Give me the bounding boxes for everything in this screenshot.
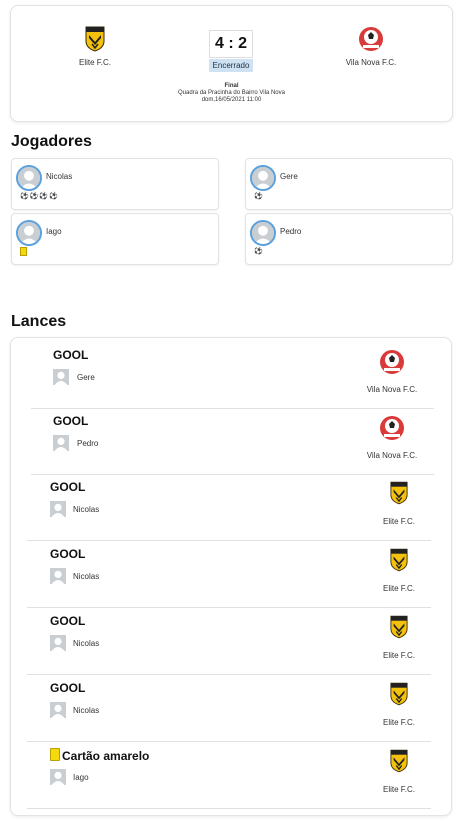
avatar (250, 220, 276, 246)
event-type: Cartão amarelo (62, 749, 150, 763)
player-card[interactable]: Iago (11, 213, 219, 265)
away-team[interactable]: Vila Nova F.C. (311, 26, 431, 67)
event-type-wrap: Cartão amarelo (50, 748, 149, 763)
event-row: GOOL Pedro Vila Nova F.C. (31, 408, 434, 475)
events-section-title: Lances (11, 313, 67, 330)
event-type: GOOL (50, 547, 86, 561)
avatar (50, 635, 66, 651)
player-name: Nicolas (46, 172, 73, 181)
vila-nova-logo-icon (358, 26, 384, 52)
player-cards (20, 247, 27, 256)
event-player: Gere (77, 373, 95, 382)
player-goals: ⚽ (254, 193, 264, 200)
event-team: Elite F.C. (382, 651, 415, 660)
elite-fc-logo-icon (390, 615, 408, 639)
player-card[interactable]: Gere ⚽ (245, 158, 453, 210)
elite-fc-logo-icon (85, 26, 105, 52)
user-icon (53, 369, 69, 385)
home-team-name: Elite F.C. (78, 58, 111, 67)
player-goals: ⚽⚽⚽⚽ (20, 193, 59, 200)
event-team: Elite F.C. (382, 517, 415, 526)
away-team-name: Vila Nova F.C. (345, 58, 397, 67)
avatar (53, 369, 69, 385)
status-badge: Encerrado (209, 59, 253, 72)
event-row: GOOL Nicolas Elite F.C. (27, 474, 431, 541)
user-icon (252, 222, 274, 244)
event-player: Iago (73, 773, 89, 782)
user-icon (50, 501, 66, 517)
user-icon (50, 702, 66, 718)
user-icon (50, 769, 66, 785)
avatar (16, 220, 42, 246)
user-icon (50, 568, 66, 584)
user-icon (18, 167, 40, 189)
yellow-card-icon (20, 247, 27, 256)
match-stage: Final (224, 83, 239, 89)
event-type: GOOL (50, 480, 86, 494)
vila-nova-logo-icon (379, 349, 405, 375)
event-row: Cartão amarelo Iago Elite F.C. (27, 742, 431, 809)
event-team: Elite F.C. (382, 718, 415, 727)
player-name: Gere (280, 172, 298, 181)
match-datetime: dom,16/05/2021 11:00 (201, 97, 262, 103)
avatar (50, 501, 66, 517)
event-type: GOOL (53, 348, 89, 362)
event-player: Nicolas (73, 639, 100, 648)
event-row: GOOL Nicolas Elite F.C. (27, 675, 431, 742)
vila-nova-logo-icon (379, 415, 405, 441)
avatar (53, 435, 69, 451)
user-icon (50, 635, 66, 651)
player-card[interactable]: Pedro ⚽ (245, 213, 453, 265)
event-player: Nicolas (73, 505, 100, 514)
avatar (50, 568, 66, 584)
event-row: GOOL Gere Vila Nova F.C. (31, 342, 434, 409)
avatar (250, 165, 276, 191)
player-goals: ⚽ (254, 248, 264, 255)
match-info: Final Quadra da Pracinha do Bairro Vila … (111, 83, 352, 104)
match-venue: Quadra da Pracinha do Bairro Vila Nova (178, 90, 285, 96)
event-team: Vila Nova F.C. (366, 451, 418, 460)
event-type: GOOL (53, 414, 89, 428)
scoreboard: 4 : 2 Encerrado (209, 30, 253, 72)
event-player: Pedro (77, 439, 99, 448)
avatar (16, 165, 42, 191)
event-row: GOOL Nicolas Elite F.C. (27, 541, 431, 608)
home-team[interactable]: Elite F.C. (35, 26, 155, 67)
event-team: Elite F.C. (382, 584, 415, 593)
user-icon (53, 435, 69, 451)
elite-fc-logo-icon (390, 682, 408, 706)
event-player: Nicolas (73, 706, 100, 715)
yellow-card-icon (50, 748, 60, 761)
event-team: Elite F.C. (382, 785, 415, 794)
elite-fc-logo-icon (390, 481, 408, 505)
event-team: Vila Nova F.C. (366, 385, 418, 394)
match-card: Elite F.C. 4 : 2 Encerrado Vila Nova F.C… (10, 5, 453, 122)
events-card: GOOL Gere Vila Nova F.C. GOOL Pedro Vila… (10, 337, 452, 816)
score: 4 : 2 (209, 30, 253, 58)
elite-fc-logo-icon (390, 548, 408, 572)
user-icon (18, 222, 40, 244)
player-card[interactable]: Nicolas ⚽⚽⚽⚽ (11, 158, 219, 210)
event-type: GOOL (50, 681, 86, 695)
event-type: GOOL (50, 614, 86, 628)
avatar (50, 769, 66, 785)
player-name: Pedro (280, 227, 302, 236)
players-section-title: Jogadores (11, 133, 92, 150)
event-player: Nicolas (73, 572, 100, 581)
user-icon (252, 167, 274, 189)
event-row: GOOL Nicolas Elite F.C. (27, 608, 431, 675)
player-name: Iago (46, 227, 62, 236)
avatar (50, 702, 66, 718)
elite-fc-logo-icon (390, 749, 408, 773)
